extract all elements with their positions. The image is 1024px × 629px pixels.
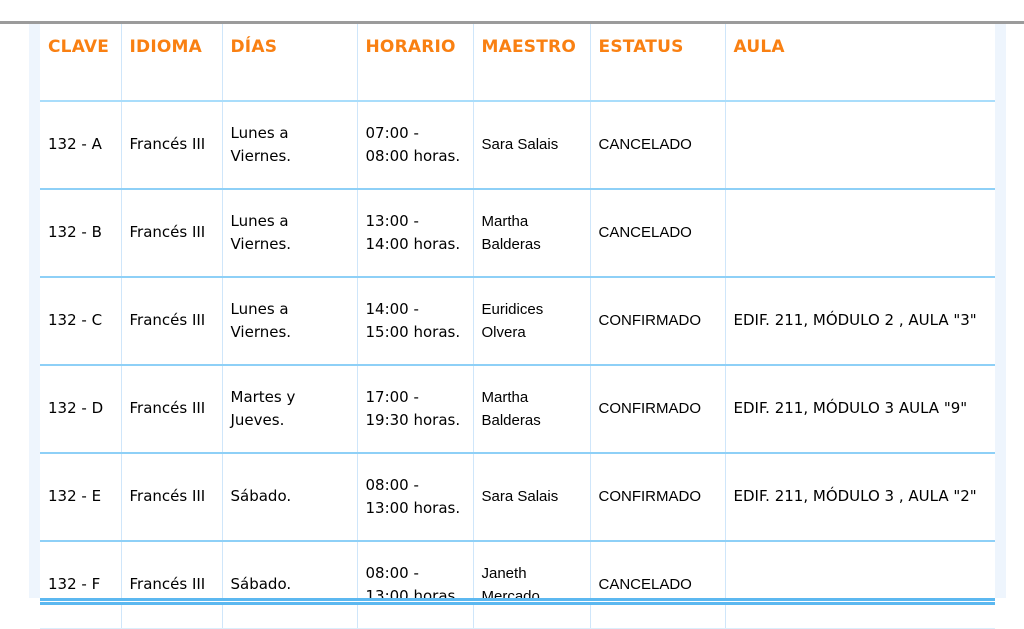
cell-aula xyxy=(725,541,995,629)
cell-maestro: Martha Balderas xyxy=(473,365,591,454)
cell-estatus: CANCELADO xyxy=(590,189,726,278)
cell-clave: 132 - F xyxy=(40,541,122,629)
cell-maestro: Sara Salais xyxy=(473,101,591,190)
cell-dias: Lunes a Viernes. xyxy=(222,101,358,190)
cell-estatus: CONFIRMADO xyxy=(590,277,726,366)
cell-dias: Lunes a Viernes. xyxy=(222,277,358,366)
cell-horario: 08:00 - 13:00 horas. xyxy=(357,453,474,542)
cell-dias: Sábado. xyxy=(222,541,358,629)
cell-clave: 132 - D xyxy=(40,365,122,454)
cell-maestro: Euridices Olvera xyxy=(473,277,591,366)
table-header-row: CLAVE IDIOMA DÍAS HORARIO MAESTRO ESTATU… xyxy=(40,24,995,102)
cell-aula: EDIF. 211, MÓDULO 2 , AULA "3" xyxy=(725,277,995,366)
cell-estatus: CONFIRMADO xyxy=(590,365,726,454)
left-margin-band xyxy=(29,24,40,598)
cell-clave: 132 - A xyxy=(40,101,122,190)
cell-clave: 132 - C xyxy=(40,277,122,366)
column-header-maestro: MAESTRO xyxy=(473,24,591,102)
column-header-aula: AULA xyxy=(725,24,995,102)
table-row: 132 - E Francés III Sábado. 08:00 - 13:0… xyxy=(40,453,995,542)
cell-estatus: CANCELADO xyxy=(590,541,726,629)
cell-clave: 132 - B xyxy=(40,189,122,278)
table-row: 132 - B Francés III Lunes a Viernes. 13:… xyxy=(40,189,995,278)
page: CLAVE IDIOMA DÍAS HORARIO MAESTRO ESTATU… xyxy=(0,0,1024,629)
column-header-idioma: IDIOMA xyxy=(121,24,223,102)
cell-aula xyxy=(725,189,995,278)
cell-idioma: Francés III xyxy=(121,101,223,190)
cell-idioma: Francés III xyxy=(121,277,223,366)
cell-maestro: Sara Salais xyxy=(473,453,591,542)
cell-horario: 17:00 - 19:30 horas. xyxy=(357,365,474,454)
cell-estatus: CONFIRMADO xyxy=(590,453,726,542)
table-row: 132 - D Francés III Martes y Jueves. 17:… xyxy=(40,365,995,454)
column-header-estatus: ESTATUS xyxy=(590,24,726,102)
table-header: CLAVE IDIOMA DÍAS HORARIO MAESTRO ESTATU… xyxy=(40,24,995,102)
cell-horario: 08:00 - 13:00 horas. xyxy=(357,541,474,629)
cell-maestro: Janeth Mercado xyxy=(473,541,591,629)
table-row: 132 - C Francés III Lunes a Viernes. 14:… xyxy=(40,277,995,366)
cell-idioma: Francés III xyxy=(121,541,223,629)
cell-dias: Lunes a Viernes. xyxy=(222,189,358,278)
cell-aula: EDIF. 211, MÓDULO 3 AULA "9" xyxy=(725,365,995,454)
cell-idioma: Francés III xyxy=(121,365,223,454)
cell-horario: 14:00 - 15:00 horas. xyxy=(357,277,474,366)
table-body: 132 - A Francés III Lunes a Viernes. 07:… xyxy=(40,101,995,629)
bottom-divider xyxy=(40,598,995,605)
table-row: 132 - F Francés III Sábado. 08:00 - 13:0… xyxy=(40,541,995,629)
right-margin-band xyxy=(995,24,1006,598)
cell-idioma: Francés III xyxy=(121,189,223,278)
schedule-table: CLAVE IDIOMA DÍAS HORARIO MAESTRO ESTATU… xyxy=(40,24,995,629)
column-header-dias: DÍAS xyxy=(222,24,358,102)
cell-aula xyxy=(725,101,995,190)
cell-clave: 132 - E xyxy=(40,453,122,542)
column-header-clave: CLAVE xyxy=(40,24,122,102)
cell-horario: 07:00 - 08:00 horas. xyxy=(357,101,474,190)
column-header-horario: HORARIO xyxy=(357,24,474,102)
cell-aula: EDIF. 211, MÓDULO 3 , AULA "2" xyxy=(725,453,995,542)
bottom-divider-lower-bar xyxy=(40,602,995,605)
table-row: 132 - A Francés III Lunes a Viernes. 07:… xyxy=(40,101,995,190)
cell-idioma: Francés III xyxy=(121,453,223,542)
cell-dias: Sábado. xyxy=(222,453,358,542)
cell-estatus: CANCELADO xyxy=(590,101,726,190)
schedule-table-container: CLAVE IDIOMA DÍAS HORARIO MAESTRO ESTATU… xyxy=(40,24,995,629)
cell-dias: Martes y Jueves. xyxy=(222,365,358,454)
cell-maestro: Martha Balderas xyxy=(473,189,591,278)
cell-horario: 13:00 - 14:00 horas. xyxy=(357,189,474,278)
